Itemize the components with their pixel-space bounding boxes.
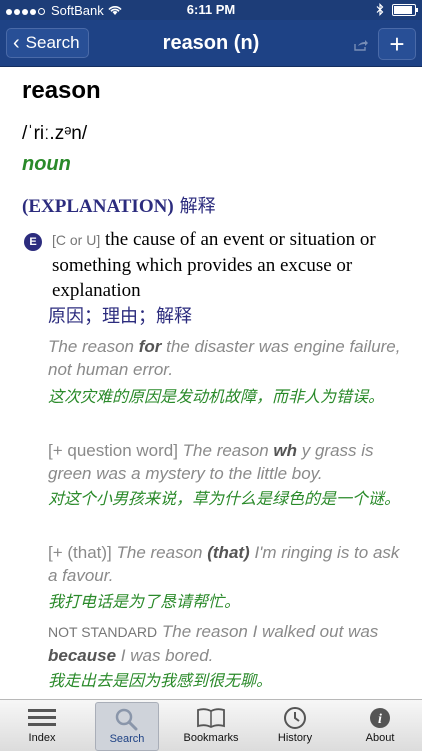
example-translation: 我打电话是为了恳请帮忙。 [48, 592, 241, 611]
example-sentence: NOT STANDARD The reason I walked out was… [48, 620, 403, 667]
tab-label: About [365, 732, 395, 744]
example-keyword: for [138, 337, 162, 356]
navigation-bar: ‹ Search reason (n) + [0, 20, 422, 67]
headword: reason [22, 77, 101, 104]
definition-text: the cause of an event or situation or so… [52, 229, 376, 301]
add-bookmark-button[interactable]: + [378, 28, 416, 60]
usage-label: NOT STANDARD [48, 624, 158, 640]
info-icon: i [370, 708, 390, 728]
entry-content[interactable]: reason /ˈriː.zᵊn/ noun (EXPLANATION) 解释 E… [0, 67, 422, 699]
svg-text:i: i [378, 712, 382, 727]
example-keyword: (that) [207, 543, 250, 562]
list-icon [28, 709, 56, 726]
bluetooth-icon [376, 3, 384, 16]
grammar-code: [+ question word] [48, 441, 178, 460]
tab-label: Index [28, 732, 56, 744]
example-keyword: because [48, 646, 117, 665]
tab-label: History [277, 732, 313, 744]
pronunciation: /ˈriː.zᵊn/ [22, 123, 88, 144]
tab-bookmarks[interactable]: Bookmarks [180, 702, 242, 749]
example-text: The reason I walked out was [157, 622, 379, 641]
grammar-code: [+ (that)] [48, 543, 112, 562]
example-sentence: [+ (that)] The reason (that) I'm ringing… [48, 541, 403, 587]
battery-icon [392, 3, 418, 16]
sense-chinese: 解释 [179, 196, 216, 217]
sense-heading: (EXPLANATION) 解释 [22, 192, 216, 218]
sense-label: (EXPLANATION) [22, 196, 174, 217]
example-sentence: [+ question word] The reason wh y grass … [48, 439, 403, 485]
tab-index[interactable]: Index [11, 702, 73, 749]
example-keyword: wh [273, 441, 298, 460]
grammar-code: [C or U] [52, 232, 101, 248]
open-book-icon [197, 708, 225, 729]
status-bar: SoftBank 6:11 PM [0, 0, 422, 20]
part-of-speech: noun [22, 153, 71, 175]
example-text: The reason [48, 337, 139, 356]
definition: [C or U] the cause of an event or situat… [52, 227, 412, 303]
level-badge: E [24, 233, 42, 251]
tab-about[interactable]: i About [349, 702, 411, 749]
clock-icon [284, 707, 306, 729]
example-text: The reason [111, 543, 208, 562]
tab-label: Bookmarks [183, 732, 239, 744]
example-translation: 对这个小男孩来说，草为什么是绿色的是一个谜。 [48, 489, 401, 508]
tab-label: Search [109, 733, 145, 745]
example-sentence: The reason for the disaster was engine f… [48, 335, 403, 381]
clock: 6:11 PM [186, 2, 236, 17]
status-right [376, 3, 418, 16]
definition-chinese: 原因；理由；解释 [48, 306, 192, 327]
tab-history[interactable]: History [264, 702, 326, 749]
example-text: I was bored. [116, 646, 214, 665]
example-translation: 这次灾难的原因是发动机故障，而非人为错误。 [48, 387, 385, 406]
tab-bar: Index Search Bookmarks History i About [0, 699, 422, 751]
example-text: The reason [177, 441, 274, 460]
tab-search[interactable]: Search [95, 702, 159, 751]
search-icon [115, 708, 138, 731]
example-translation: 我走出去是因为我感到很无聊。 [48, 671, 273, 690]
share-icon[interactable] [354, 39, 368, 51]
